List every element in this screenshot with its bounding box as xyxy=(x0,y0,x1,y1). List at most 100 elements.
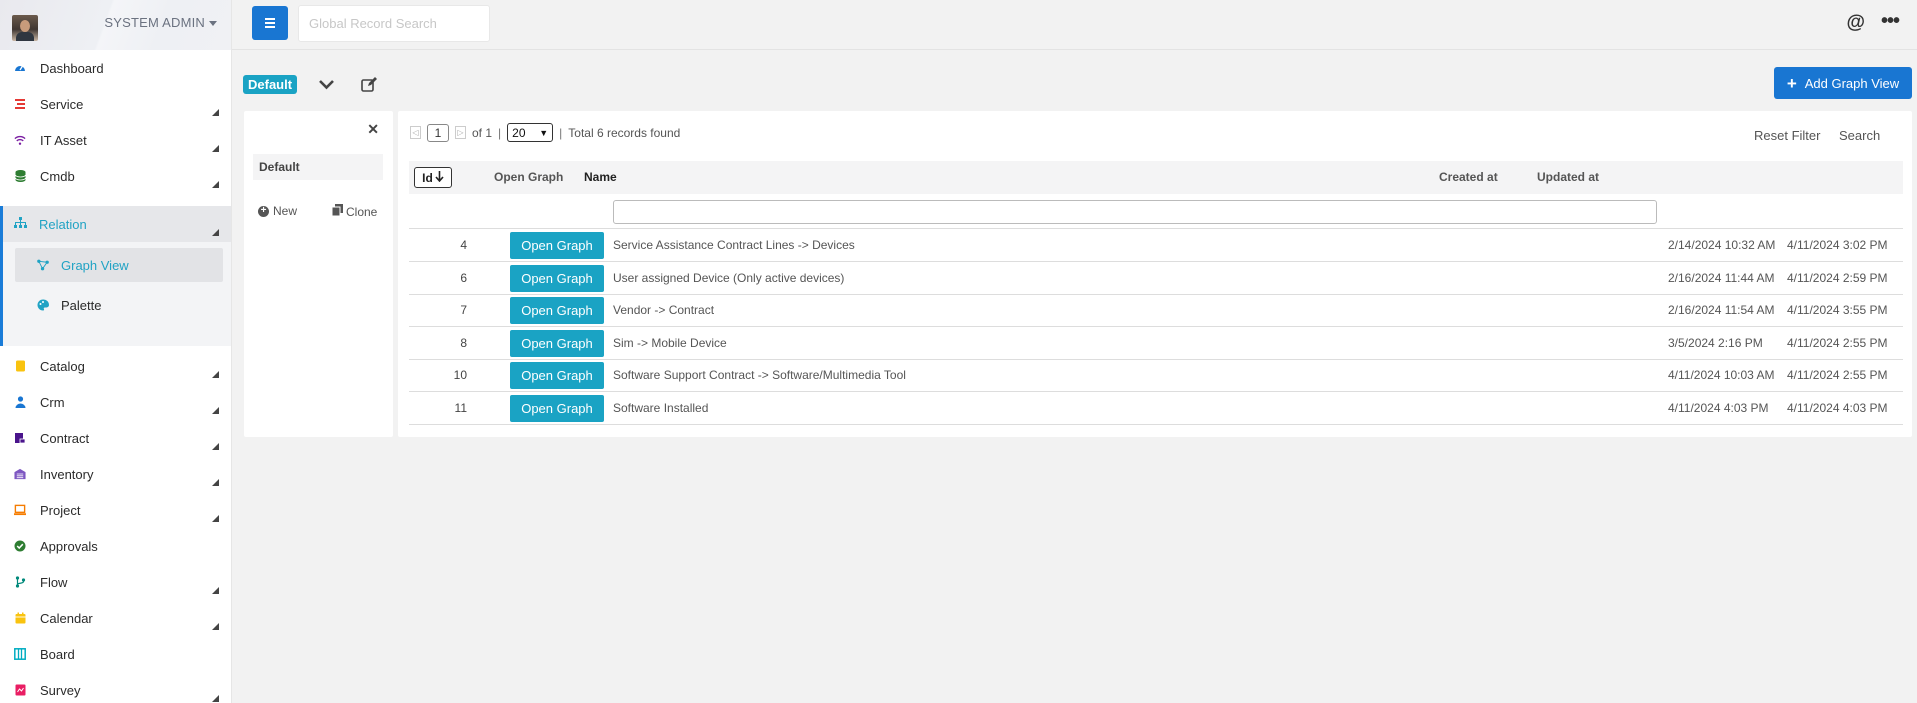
sidebar-item-label: Flow xyxy=(40,574,68,590)
cell-created: 2/16/2024 11:44 AM xyxy=(1668,270,1775,285)
sidebar-item-project[interactable]: Project xyxy=(0,492,231,528)
sidebar-item-service[interactable]: Service xyxy=(0,86,231,122)
column-header-name[interactable]: Name xyxy=(584,161,617,194)
view-list-item[interactable]: Default xyxy=(253,154,383,180)
sidebar-item-it-asset[interactable]: IT Asset xyxy=(0,122,231,158)
cell-updated: 4/11/2024 2:59 PM xyxy=(1787,270,1888,285)
user-name: SYSTEM ADMIN xyxy=(104,15,205,30)
cell-name: Vendor -> Contract xyxy=(613,303,715,318)
new-label: New xyxy=(273,204,298,218)
expand-icon xyxy=(212,407,219,414)
expand-icon xyxy=(212,479,219,486)
sidebar-item-label: Crm xyxy=(40,394,65,410)
table-row[interactable]: 7 Open Graph Vendor -> Contract 2/16/2024 1… xyxy=(409,294,1903,328)
sidebar-subitem-palette[interactable]: Palette xyxy=(15,288,223,322)
column-header-created[interactable]: Created at xyxy=(1439,161,1498,194)
expand-icon xyxy=(212,109,219,116)
chevron-down-icon[interactable] xyxy=(318,77,335,91)
sidebar-item-survey[interactable]: Survey xyxy=(0,672,231,703)
sidebar-item-label: Board xyxy=(40,646,75,662)
edit-icon[interactable] xyxy=(361,77,378,93)
name-filter-input[interactable] xyxy=(613,200,1657,224)
sidebar-item-contract[interactable]: Contract xyxy=(0,420,231,456)
more-options-icon[interactable]: ••• xyxy=(1881,10,1900,33)
sidebar-item-label: Cmdb xyxy=(40,168,75,184)
table-row[interactable]: 8 Open Graph Sim -> Mobile Device 3/5/2024 … xyxy=(409,327,1903,360)
sidebar-item-flow[interactable]: Flow xyxy=(0,564,231,600)
book-icon xyxy=(14,360,26,372)
sidebar-menu-bottom: Catalog Crm Contract Inventory Project Approv… xyxy=(0,348,231,703)
cell-name: Service Assistance Contract Lines -> Dev… xyxy=(613,238,855,252)
laptop-icon xyxy=(14,504,26,516)
sidebar-item-board[interactable]: Board xyxy=(0,636,231,672)
at-icon[interactable]: @ xyxy=(1846,12,1865,34)
open-graph-button[interactable]: Open Graph xyxy=(510,362,604,390)
cell-id: 11 xyxy=(454,401,467,415)
clone-view-button[interactable]: Clone xyxy=(331,204,377,219)
table-row[interactable]: 6 Open Graph User assigned Device (Only ac… xyxy=(409,262,1903,295)
expand-icon xyxy=(212,145,219,152)
menu-toggle-button[interactable] xyxy=(252,6,288,40)
new-view-button[interactable]: + New xyxy=(258,204,297,218)
caret-down-icon xyxy=(209,21,217,27)
sidebar-item-cmdb[interactable]: Cmdb xyxy=(0,158,231,194)
cell-updated: 4/11/2024 3:55 PM xyxy=(1787,303,1888,318)
cell-updated: 4/11/2024 4:03 PM xyxy=(1787,401,1888,415)
cell-updated: 4/11/2024 2:55 PM xyxy=(1787,335,1888,350)
open-graph-button[interactable]: Open Graph xyxy=(510,232,604,259)
column-header-updated[interactable]: Updated at xyxy=(1537,161,1599,194)
divider: | xyxy=(498,125,502,140)
close-icon[interactable]: ✕ xyxy=(367,121,379,138)
filter-row xyxy=(409,194,1903,229)
open-graph-button[interactable]: Open Graph xyxy=(510,297,604,325)
table-row[interactable]: 11 Open Graph Software Installed 4/11/2024 … xyxy=(409,392,1903,425)
cell-id: 7 xyxy=(460,303,467,318)
current-view-badge[interactable]: Default xyxy=(243,75,298,94)
cell-created: 2/16/2024 11:54 AM xyxy=(1668,303,1775,318)
avatar[interactable] xyxy=(12,15,38,41)
sidebar-item-catalog[interactable]: Catalog xyxy=(0,348,231,384)
expand-icon xyxy=(212,587,219,594)
cell-created: 2/14/2024 10:32 AM xyxy=(1668,238,1776,252)
open-graph-button[interactable]: Open Graph xyxy=(510,329,604,357)
open-graph-button[interactable]: Open Graph xyxy=(510,395,604,422)
cell-name: Software Installed xyxy=(613,401,709,415)
page-count: of 1 xyxy=(472,125,493,140)
id-sort-button[interactable]: Id xyxy=(414,167,452,188)
calendar-icon xyxy=(14,612,26,624)
prev-page-icon[interactable]: ◁ xyxy=(410,126,421,139)
search-button[interactable]: Search xyxy=(1839,128,1880,143)
divider: | xyxy=(559,125,563,140)
sidebar-item-approvals[interactable]: Approvals xyxy=(0,528,231,564)
cell-name: Sim -> Mobile Device xyxy=(613,335,727,350)
cell-updated: 4/11/2024 2:55 PM xyxy=(1787,368,1888,383)
global-search-input[interactable] xyxy=(298,5,490,42)
page-number-input[interactable]: 1 xyxy=(427,123,449,142)
page-size-select[interactable]: 20 ▼ xyxy=(507,123,554,142)
sidebar-item-label: Calendar xyxy=(40,610,93,626)
cell-id: 8 xyxy=(460,335,467,350)
expand-icon xyxy=(212,371,219,378)
expand-icon xyxy=(212,181,219,188)
cell-created: 3/5/2024 2:16 PM xyxy=(1668,335,1763,350)
user-menu[interactable]: SYSTEM ADMIN xyxy=(104,15,217,30)
sidebar-item-calendar[interactable]: Calendar xyxy=(0,600,231,636)
sidebar-subitem-label: Graph View xyxy=(61,257,129,273)
add-graph-view-button[interactable]: + Add Graph View xyxy=(1774,67,1912,99)
open-graph-button[interactable]: Open Graph xyxy=(510,264,604,292)
sidebar-subitem-graph-view[interactable]: Graph View xyxy=(15,248,223,282)
sidebar-item-crm[interactable]: Crm xyxy=(0,384,231,420)
next-page-icon[interactable]: ▷ xyxy=(455,126,466,139)
graph-icon xyxy=(37,259,49,271)
survey-icon xyxy=(14,684,26,696)
sidebar-item-inventory[interactable]: Inventory xyxy=(0,456,231,492)
sidebar-item-dashboard[interactable]: Dashboard xyxy=(0,50,231,86)
reset-filter-button[interactable]: Reset Filter xyxy=(1754,128,1820,143)
contract-icon xyxy=(14,432,26,444)
sidebar-item-relation[interactable]: Relation xyxy=(3,206,231,242)
list-icon xyxy=(14,98,26,110)
dropdown-icon: ▼ xyxy=(539,127,549,138)
table-row[interactable]: 4 Open Graph Service Assistance Contract L… xyxy=(409,229,1903,262)
sitemap-icon xyxy=(14,216,27,232)
table-row[interactable]: 10 Open Graph Software Support Contract ->… xyxy=(409,359,1903,393)
